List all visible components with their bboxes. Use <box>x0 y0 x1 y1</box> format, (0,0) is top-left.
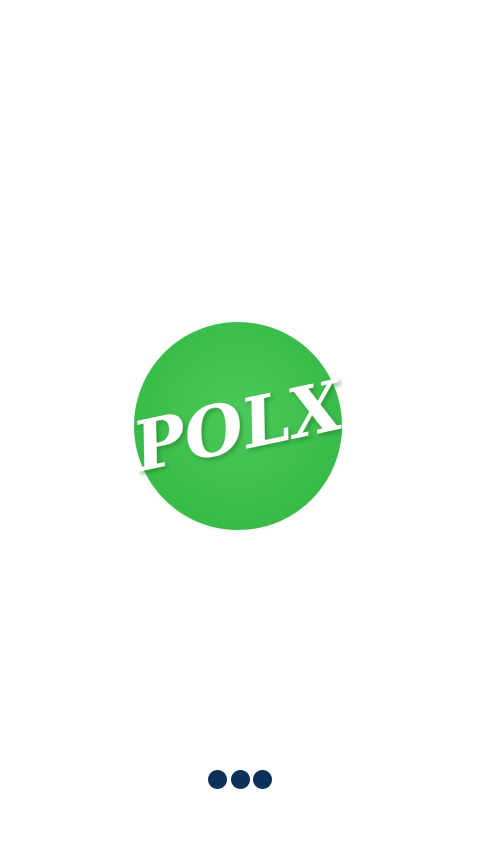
loading-dot <box>253 769 272 789</box>
app-logo-graphic: POLX <box>134 365 342 488</box>
loading-dot <box>230 769 250 789</box>
app-logo: POLX <box>134 322 342 530</box>
loading-indicator <box>208 769 272 789</box>
loading-dot <box>208 769 227 789</box>
splash-screen: POLX <box>0 0 480 853</box>
app-logo-text: POLX <box>134 365 342 488</box>
